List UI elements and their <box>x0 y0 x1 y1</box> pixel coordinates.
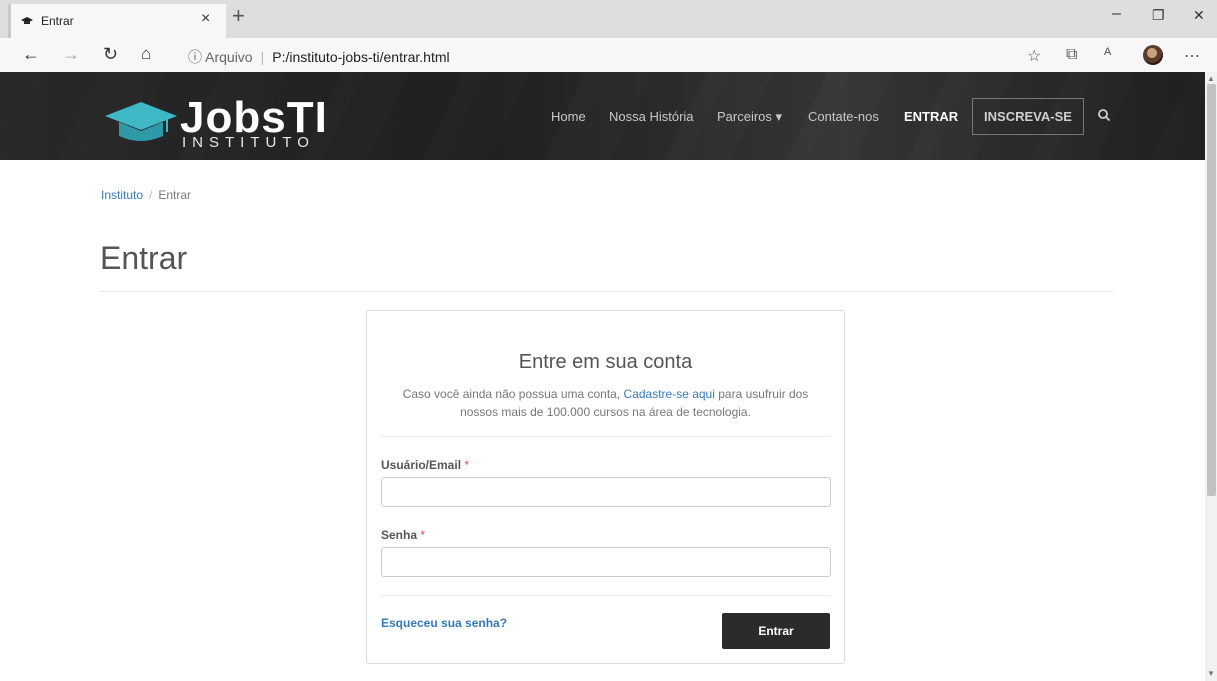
minimize-button[interactable]: – <box>1112 5 1121 23</box>
new-tab-button[interactable]: + <box>232 3 245 29</box>
address-label: Arquivo <box>205 49 253 65</box>
login-submit-button[interactable]: Entrar <box>722 613 830 649</box>
scroll-down-icon[interactable]: ▼ <box>1207 669 1215 678</box>
back-arrow-icon[interactable]: ← <box>22 44 40 65</box>
password-label-text: Senha <box>381 528 418 542</box>
menu-home[interactable]: Home <box>551 109 586 124</box>
divider <box>381 436 831 437</box>
scrollbar-thumb[interactable] <box>1207 84 1216 496</box>
divider <box>381 595 831 596</box>
forgot-password-link[interactable]: Esqueceu sua senha? <box>381 616 507 630</box>
user-label-text: Usuário/Email <box>381 458 462 472</box>
login-title: Entre em sua conta <box>518 351 693 373</box>
login-description: Caso você ainda não possua uma conta, Ca… <box>390 385 821 421</box>
menu-parceiros[interactable]: Parceiros ▾ <box>717 109 782 125</box>
desc-text-1: Caso você ainda não possua uma conta, <box>402 387 624 401</box>
tab-title: Entrar <box>41 14 74 28</box>
browser-tab-bar: Entrar × + – ❐ ✕ <box>0 0 1217 38</box>
info-icon: ⓘ <box>188 49 206 65</box>
tab-close-icon[interactable]: × <box>201 10 210 28</box>
password-input[interactable] <box>381 547 831 577</box>
refresh-icon[interactable]: ↻ <box>103 44 118 65</box>
signup-button[interactable]: INSCREVA-SE <box>972 98 1084 135</box>
menu-entrar[interactable]: ENTRAR <box>904 109 958 124</box>
forward-arrow-icon[interactable]: → <box>62 44 80 65</box>
desc-text-2: para usufruir dos <box>714 387 809 401</box>
collections-icon[interactable]: ⧉ <box>1066 46 1077 64</box>
divider <box>100 291 1113 292</box>
breadcrumb-instituto[interactable]: Instituto <box>101 188 143 202</box>
search-icon[interactable] <box>1097 108 1111 122</box>
read-aloud-icon[interactable]: ᴬ <box>1104 46 1111 64</box>
graduation-cap-logo-icon <box>105 102 177 141</box>
site-logo-subtitle: INSTITUTO <box>182 134 315 151</box>
user-email-input[interactable] <box>381 477 831 507</box>
signup-link[interactable]: Cadastre-se aqui <box>624 387 715 401</box>
more-options-icon[interactable]: ⋯ <box>1184 46 1200 66</box>
menu-nossa-historia[interactable]: Nossa História <box>609 109 694 124</box>
breadcrumb-current: Entrar <box>158 188 192 202</box>
required-mark: * <box>420 528 426 542</box>
graduation-cap-icon <box>21 17 33 24</box>
url-field[interactable]: ⓘ Arquivo | P:/instituto-jobs-ti/entrar.ht… <box>188 47 450 67</box>
restore-button[interactable]: ❐ <box>1152 7 1165 24</box>
page-title: Entrar <box>100 240 188 276</box>
password-label: Senha * <box>381 528 425 542</box>
breadcrumb-separator: / <box>149 188 153 202</box>
address-bar: ← → ↻ ⌂ ⓘ Arquivo | P:/instituto-jobs-ti/e… <box>0 38 1217 73</box>
home-icon[interactable]: ⌂ <box>141 44 151 64</box>
required-mark: * <box>464 458 470 472</box>
browser-tab[interactable]: Entrar × <box>8 4 226 38</box>
profile-avatar[interactable] <box>1143 45 1163 65</box>
scroll-up-icon[interactable]: ▲ <box>1207 74 1215 83</box>
address-url: P:/instituto-jobs-ti/entrar.html <box>272 49 450 65</box>
favorite-star-icon[interactable]: ☆ <box>1027 46 1041 66</box>
close-window-button[interactable]: ✕ <box>1193 7 1205 24</box>
menu-contate-nos[interactable]: Contate-nos <box>808 109 879 124</box>
user-label: Usuário/Email * <box>381 458 469 472</box>
address-separator: | <box>260 49 265 65</box>
breadcrumb: Instituto / Entrar <box>101 188 191 202</box>
desc-text-3: nossos mais de 100.000 cursos na área de… <box>460 405 751 419</box>
